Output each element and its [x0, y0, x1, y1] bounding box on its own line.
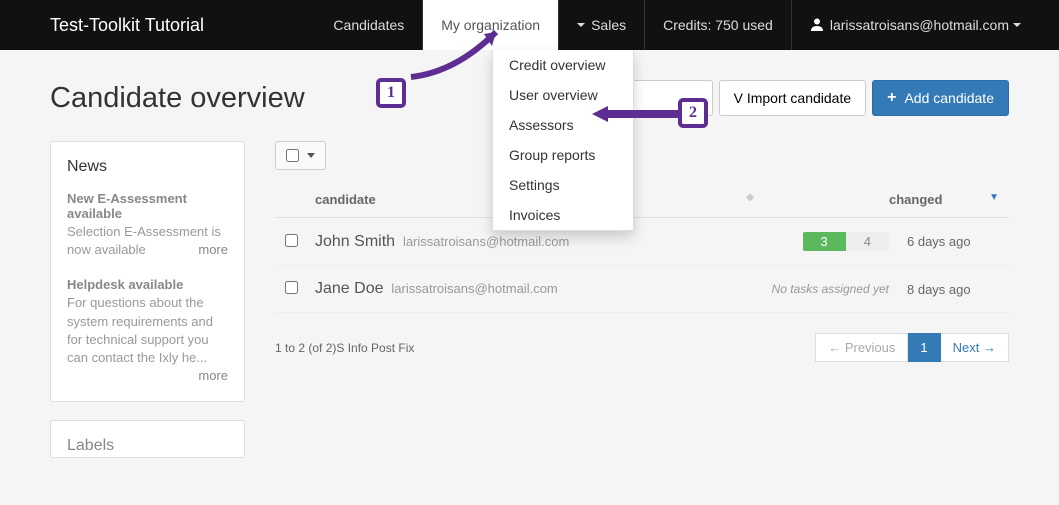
nav-my-organization[interactable]: My organization	[423, 0, 558, 50]
nav-credits[interactable]: Credits: 750 used	[645, 0, 791, 50]
table-header: candidate ◆ changed ▼	[275, 182, 1009, 218]
dropdown-assessors[interactable]: Assessors	[493, 110, 633, 140]
news-panel: News New E-Assessment available Selectio…	[50, 141, 245, 402]
col-header-status	[754, 192, 889, 207]
dropdown-credit-overview[interactable]: Credit overview	[493, 50, 633, 80]
labels-panel: Labels	[50, 420, 245, 458]
news-heading: Helpdesk available	[67, 277, 228, 292]
table-row: Jane Doe larissatroisans@hotmail.com No …	[275, 266, 1009, 313]
labels-panel-title: Labels	[67, 437, 228, 455]
row-select-checkbox[interactable]	[285, 281, 298, 294]
page-number-button[interactable]: 1	[908, 333, 940, 362]
user-icon	[810, 17, 824, 34]
sort-desc-icon: ▼	[989, 192, 999, 203]
status-cell: No tasks assigned yet	[754, 282, 889, 296]
pagination: ← Previous 1 Next →	[815, 333, 1009, 362]
row-select-checkbox[interactable]	[285, 234, 298, 247]
status-cell: 3 4	[754, 232, 889, 251]
news-more-link[interactable]: more	[198, 367, 228, 385]
annotation-callout-2: 2	[678, 98, 708, 128]
status-pending-count: 4	[846, 232, 889, 251]
news-more-link[interactable]: more	[198, 241, 228, 259]
candidate-name: Jane Doe	[315, 280, 384, 297]
candidates-table: candidate ◆ changed ▼ John Smith	[275, 182, 1009, 362]
top-navbar: Test-Toolkit Tutorial Candidates My orga…	[0, 0, 1059, 50]
user-email-label: larissatroisans@hotmail.com	[830, 17, 1009, 33]
nav-candidates[interactable]: Candidates	[315, 0, 422, 50]
chevron-down-icon	[1013, 23, 1021, 27]
status-pills: 3 4	[803, 232, 889, 251]
nav-sales[interactable]: Sales	[559, 0, 644, 50]
add-candidate-button[interactable]: + Add candidate	[872, 80, 1009, 116]
dropdown-invoices[interactable]: Invoices	[493, 200, 633, 230]
nav-sales-label: Sales	[591, 17, 626, 33]
pagination-info: 1 to 2 (of 2)S Info Post Fix	[275, 341, 414, 355]
candidate-email: larissatroisans@hotmail.com	[403, 234, 569, 249]
main-area: candidate ◆ changed ▼ John Smith	[275, 141, 1009, 476]
my-organization-dropdown: Credit overview User overview Assessors …	[492, 50, 634, 231]
changed-cell: 6 days ago	[889, 234, 999, 249]
callout-number: 2	[678, 98, 708, 128]
candidate-cell[interactable]: John Smith larissatroisans@hotmail.com	[315, 233, 754, 251]
prev-page-button[interactable]: ← Previous	[815, 333, 908, 362]
table-footer: 1 to 2 (of 2)S Info Post Fix ← Previous …	[275, 333, 1009, 362]
col-header-changed[interactable]: changed ▼	[889, 192, 999, 207]
next-page-button[interactable]: Next →	[941, 333, 1009, 362]
sort-icon: ◆	[746, 192, 754, 203]
nav-user-menu[interactable]: larissatroisans@hotmail.com	[792, 0, 1039, 50]
row-checkbox-cell	[285, 234, 315, 250]
news-item: Helpdesk available For questions about t…	[67, 277, 228, 367]
chevron-down-icon	[307, 153, 315, 158]
annotation-callout-1: 1	[376, 78, 406, 108]
brand-title: Test-Toolkit Tutorial	[50, 15, 204, 36]
dropdown-settings[interactable]: Settings	[493, 170, 633, 200]
news-body: For questions about the system requireme…	[67, 294, 228, 367]
header-actions: V Import candidate + Add candidate	[593, 80, 1009, 116]
candidate-name: John Smith	[315, 233, 395, 250]
table-row: John Smith larissatroisans@hotmail.com 3…	[275, 218, 1009, 266]
dropdown-user-overview[interactable]: User overview	[493, 80, 633, 110]
news-body: Selection E-Assessment is now available …	[67, 223, 228, 259]
plus-icon: +	[887, 89, 896, 107]
news-panel-title: News	[67, 158, 228, 176]
bulk-action-dropdown[interactable]	[275, 141, 326, 170]
news-heading: New E-Assessment available	[67, 191, 228, 221]
sidebar: News New E-Assessment available Selectio…	[50, 141, 245, 476]
navbar-items: Candidates My organization Sales Credits…	[315, 0, 1039, 50]
callout-number: 1	[376, 78, 406, 108]
dropdown-group-reports[interactable]: Group reports	[493, 140, 633, 170]
add-candidate-label: Add candidate	[904, 90, 994, 106]
status-done-count: 3	[803, 232, 846, 251]
import-candidate-button[interactable]: V Import candidate	[719, 80, 867, 116]
bulk-select-checkbox[interactable]	[286, 149, 299, 162]
chevron-down-icon	[577, 23, 585, 27]
candidate-email: larissatroisans@hotmail.com	[391, 281, 557, 296]
row-checkbox-cell	[285, 281, 315, 297]
changed-cell: 8 days ago	[889, 282, 999, 297]
news-item: New E-Assessment available Selection E-A…	[67, 191, 228, 259]
candidate-cell[interactable]: Jane Doe larissatroisans@hotmail.com	[315, 280, 754, 298]
